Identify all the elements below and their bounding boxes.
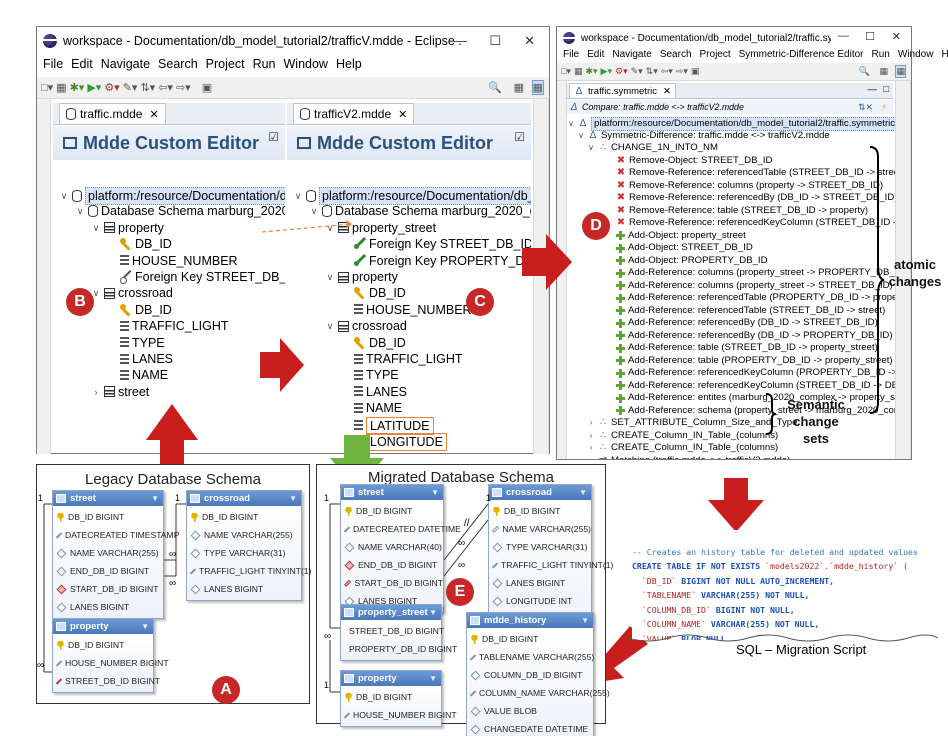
sql-column-line: `COLUMN_DB_ID` BIGINT NOT NULL, — [632, 603, 932, 618]
sql-comment: -- Creates an history table for deleted … — [632, 546, 918, 557]
arrow-c-to-d — [522, 234, 572, 290]
sql-indent — [632, 605, 642, 615]
sql-column-name: `COLUMN_DB_ID` — [641, 604, 711, 615]
sql-indent — [632, 590, 642, 600]
sql-indent — [632, 576, 642, 586]
arrow-a-to-b — [146, 404, 198, 464]
svg-text:∞: ∞ — [458, 560, 465, 571]
sql-column-line: `TABLENAME` VARCHAR(255) NOT NULL, — [632, 588, 932, 603]
db-column-label: CHANGEDATE DATETIME — [484, 724, 589, 734]
sql-column-lines: `DB_ID` BIGINT NOT NULL AUTO_INCREMENT, … — [632, 574, 932, 641]
sql-column-type: VARCHAR(255) NOT NULL, — [696, 590, 810, 600]
svg-text:∞: ∞ — [169, 549, 176, 560]
svg-text:1: 1 — [38, 493, 43, 503]
legacy-relations: 1 ∞ 1 ∞ ∞ — [37, 493, 186, 673]
badge-e: E — [446, 578, 474, 606]
sql-column-name: `DB_ID` — [641, 575, 677, 586]
column-icon — [470, 724, 481, 734]
badge-a: A — [212, 676, 240, 704]
svg-text:1: 1 — [486, 493, 491, 503]
svg-text:∞: ∞ — [37, 660, 44, 671]
arrow-d-to-sql — [708, 478, 764, 532]
sql-column-name: `TABLENAME` — [641, 590, 697, 600]
svg-text:1: 1 — [324, 493, 329, 503]
sql-column-name: `COLUMN_NAME` — [641, 619, 706, 629]
sql-migration-script: -- Creates an history table for deleted … — [632, 530, 932, 640]
sql-comment-line: -- Creates an history table for deleted … — [632, 545, 932, 560]
sql-column-line: `DB_ID` BIGINT NOT NULL AUTO_INCREMENT, — [632, 574, 932, 589]
sql-create-keyword: CREATE TABLE IF NOT EXISTS — [632, 561, 761, 571]
svg-text:∞: ∞ — [458, 538, 465, 549]
sql-indent — [632, 619, 642, 629]
sql-column-type: BIGINT NOT NULL AUTO_INCREMENT, — [676, 575, 835, 586]
dashed-connector — [261, 223, 353, 233]
svg-text:1: 1 — [324, 680, 329, 690]
sql-create-target: `models2022`.`mdde_history` ( — [760, 561, 909, 571]
sql-column-line: `COLUMN_NAME` VARCHAR(255) NOT NULL, — [632, 617, 932, 632]
sql-create-line: CREATE TABLE IF NOT EXISTS `models2022`.… — [632, 559, 932, 574]
svg-text://: // — [464, 518, 470, 529]
sql-column-type: VARCHAR(255) NOT NULL, — [705, 619, 820, 629]
dashed-connector-head — [346, 220, 352, 228]
svg-text:∞: ∞ — [169, 578, 176, 589]
sql-caption: SQL – Migration Script — [736, 642, 867, 657]
svg-text:1: 1 — [175, 493, 180, 503]
arrow-b-to-c — [260, 338, 304, 392]
sql-column-type: BIGINT NOT NULL, — [710, 604, 795, 615]
